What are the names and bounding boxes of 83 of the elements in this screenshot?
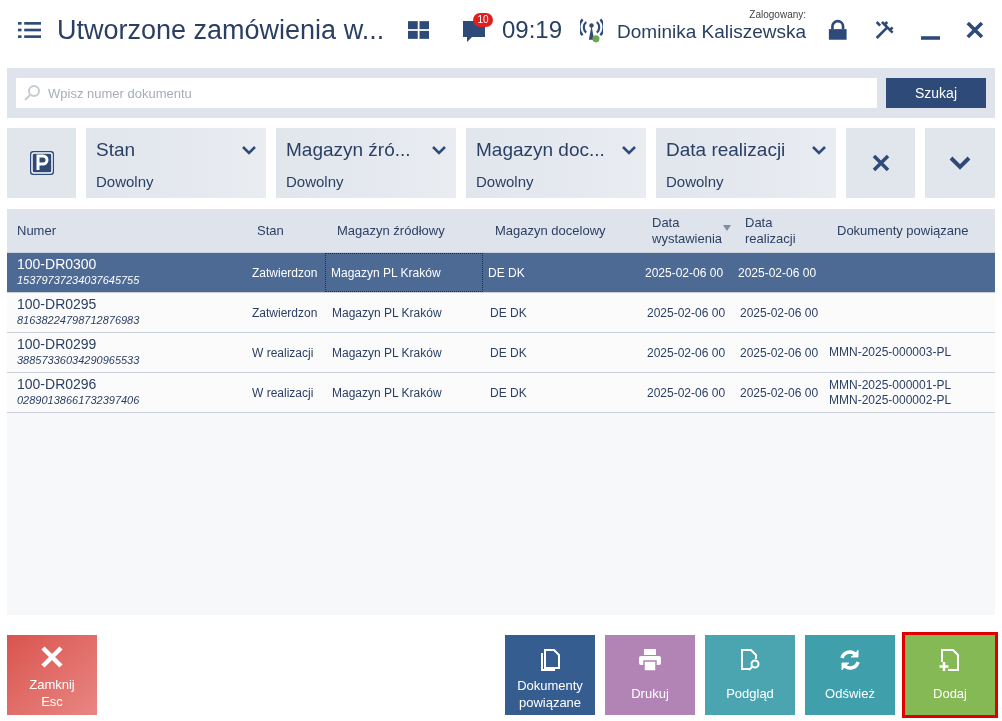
document-code: 38857336034290965533 bbox=[17, 353, 141, 368]
action-button[interactable]: Dokumenty powiązane bbox=[505, 635, 595, 715]
related-documents: MMN-2025-000001-PL MMN-2025-000002-PL bbox=[829, 377, 953, 408]
table-cell-text: 2025-02-06 00 bbox=[740, 304, 819, 322]
notification-badge: 10 bbox=[473, 13, 493, 27]
search-icon bbox=[24, 85, 40, 101]
filter-label: Data realizacji bbox=[666, 138, 786, 162]
table-cell-text: DE DK bbox=[490, 344, 527, 362]
parking-icon bbox=[29, 151, 54, 175]
add-document-icon bbox=[938, 648, 962, 672]
table-row[interactable]: 100-DR0295 81638224798712876983 Zatwierdzon Magazyn PL Kraków DE DK 2025-02-06 00 2025-02-06 00 bbox=[7, 293, 995, 333]
filter-value: Dowolny bbox=[286, 171, 345, 192]
table-cell-text: 2025-02-06 00 bbox=[740, 344, 819, 362]
parking-button[interactable] bbox=[7, 128, 76, 198]
clock-time: 09:19 bbox=[501, 15, 563, 45]
sort-descending-icon bbox=[723, 225, 731, 231]
column-header[interactable]: Dokumenty powiązane bbox=[837, 222, 969, 239]
table-cell-text: 2025-02-06 00 bbox=[645, 264, 724, 282]
document-number: 100-DR0295 bbox=[17, 296, 98, 313]
chevron-down-icon bbox=[432, 145, 446, 155]
filter-value: Dowolny bbox=[666, 171, 725, 192]
chevron-down-icon bbox=[949, 156, 971, 170]
table-cell-text: DE DK bbox=[488, 264, 525, 282]
column-header[interactable]: Magazyn docelowy bbox=[495, 222, 606, 239]
document-code: 81638224798712876983 bbox=[17, 313, 141, 328]
close-icon bbox=[871, 154, 890, 172]
document-number: 100-DR0299 bbox=[17, 336, 98, 353]
lock-icon[interactable] bbox=[828, 19, 848, 41]
table-cell-text: 2025-02-06 00 bbox=[647, 304, 726, 322]
document-number: 100-DR0300 bbox=[17, 256, 98, 273]
table-cell-text: 2025-02-06 00 bbox=[740, 384, 819, 402]
filter-dropdown[interactable]: Magazyn źró... Dowolny bbox=[276, 128, 456, 198]
chevron-down-icon bbox=[812, 145, 826, 155]
table-cell-text: W realizacji bbox=[252, 344, 314, 362]
column-header[interactable]: Data wystawienia bbox=[652, 214, 722, 247]
table-cell-text: 2025-02-06 00 bbox=[647, 344, 726, 362]
filter-label: Magazyn źró... bbox=[286, 138, 411, 162]
documents-icon bbox=[538, 648, 562, 672]
window-title: Utworzone zamówienia w... bbox=[57, 13, 385, 47]
printer-icon bbox=[638, 648, 662, 672]
chevron-down-icon bbox=[242, 145, 256, 155]
chevron-down-icon bbox=[622, 145, 636, 155]
document-search-icon bbox=[738, 648, 762, 672]
filter-label: Stan bbox=[96, 138, 136, 162]
refresh-icon bbox=[838, 648, 862, 672]
logged-in-label: Zalogowany: bbox=[749, 8, 807, 22]
filter-dropdown[interactable]: Data realizacji Dowolny bbox=[656, 128, 836, 198]
column-header[interactable]: Numer bbox=[17, 222, 56, 239]
column-header[interactable]: Data realizacji bbox=[745, 214, 815, 247]
table-cell-text: 2025-02-06 00 bbox=[738, 264, 817, 282]
menu-icon[interactable] bbox=[18, 20, 41, 40]
document-code: 15379737234037645755 bbox=[17, 273, 141, 288]
table-row[interactable]: 100-DR0300 15379737234037645755 Zatwierdzon Magazyn PL Kraków DE DK 2025-02-06 00 2025-02-06 00 bbox=[7, 253, 995, 293]
table-cell-text: Magazyn PL Kraków bbox=[331, 264, 441, 282]
user-name: Dominika Kaliszewska bbox=[617, 20, 807, 44]
tools-icon[interactable] bbox=[873, 18, 895, 42]
search-field[interactable]: Wpisz numer dokumentu bbox=[16, 78, 877, 108]
filter-label: Magazyn doc... bbox=[476, 138, 605, 162]
close-icon[interactable] bbox=[966, 20, 984, 40]
table-cell-text: W realizacji bbox=[252, 384, 314, 402]
table-cell-text: Magazyn PL Kraków bbox=[332, 384, 442, 402]
close-icon bbox=[41, 646, 63, 668]
table-cell-text: Magazyn PL Kraków bbox=[332, 304, 442, 322]
filter-dropdown[interactable]: Magazyn doc... Dowolny bbox=[466, 128, 646, 198]
filter-dropdown[interactable]: Stan Dowolny bbox=[86, 128, 266, 198]
table-cell-text: DE DK bbox=[490, 384, 527, 402]
clear-filters-button[interactable] bbox=[846, 128, 915, 198]
tiles-icon[interactable] bbox=[408, 20, 430, 40]
minimize-icon[interactable] bbox=[920, 36, 941, 40]
document-code: 02890138661732397406 bbox=[17, 393, 141, 408]
table-row[interactable]: 100-DR0299 38857336034290965533 W realizacji Magazyn PL Kraków DE DK 2025-02-06 00 2025-02-06 00 MMN-2025-000003-PL bbox=[7, 333, 995, 373]
table-cell-text: DE DK bbox=[490, 304, 527, 322]
table-cell-text: 2025-02-06 00 bbox=[647, 384, 726, 402]
column-header[interactable]: Stan bbox=[257, 222, 284, 239]
filter-value: Dowolny bbox=[96, 171, 155, 192]
table-cell-text: Zatwierdzon bbox=[252, 304, 318, 322]
related-documents: MMN-2025-000003-PL bbox=[829, 345, 953, 360]
column-header[interactable]: Magazyn źródłowy bbox=[337, 222, 445, 239]
search-button[interactable]: Szukaj bbox=[886, 78, 986, 108]
table-cell-text: Magazyn PL Kraków bbox=[332, 344, 442, 362]
table-cell-text: Zatwierdzon bbox=[252, 264, 318, 282]
document-number: 100-DR0296 bbox=[17, 376, 98, 393]
filter-value: Dowolny bbox=[476, 171, 535, 192]
